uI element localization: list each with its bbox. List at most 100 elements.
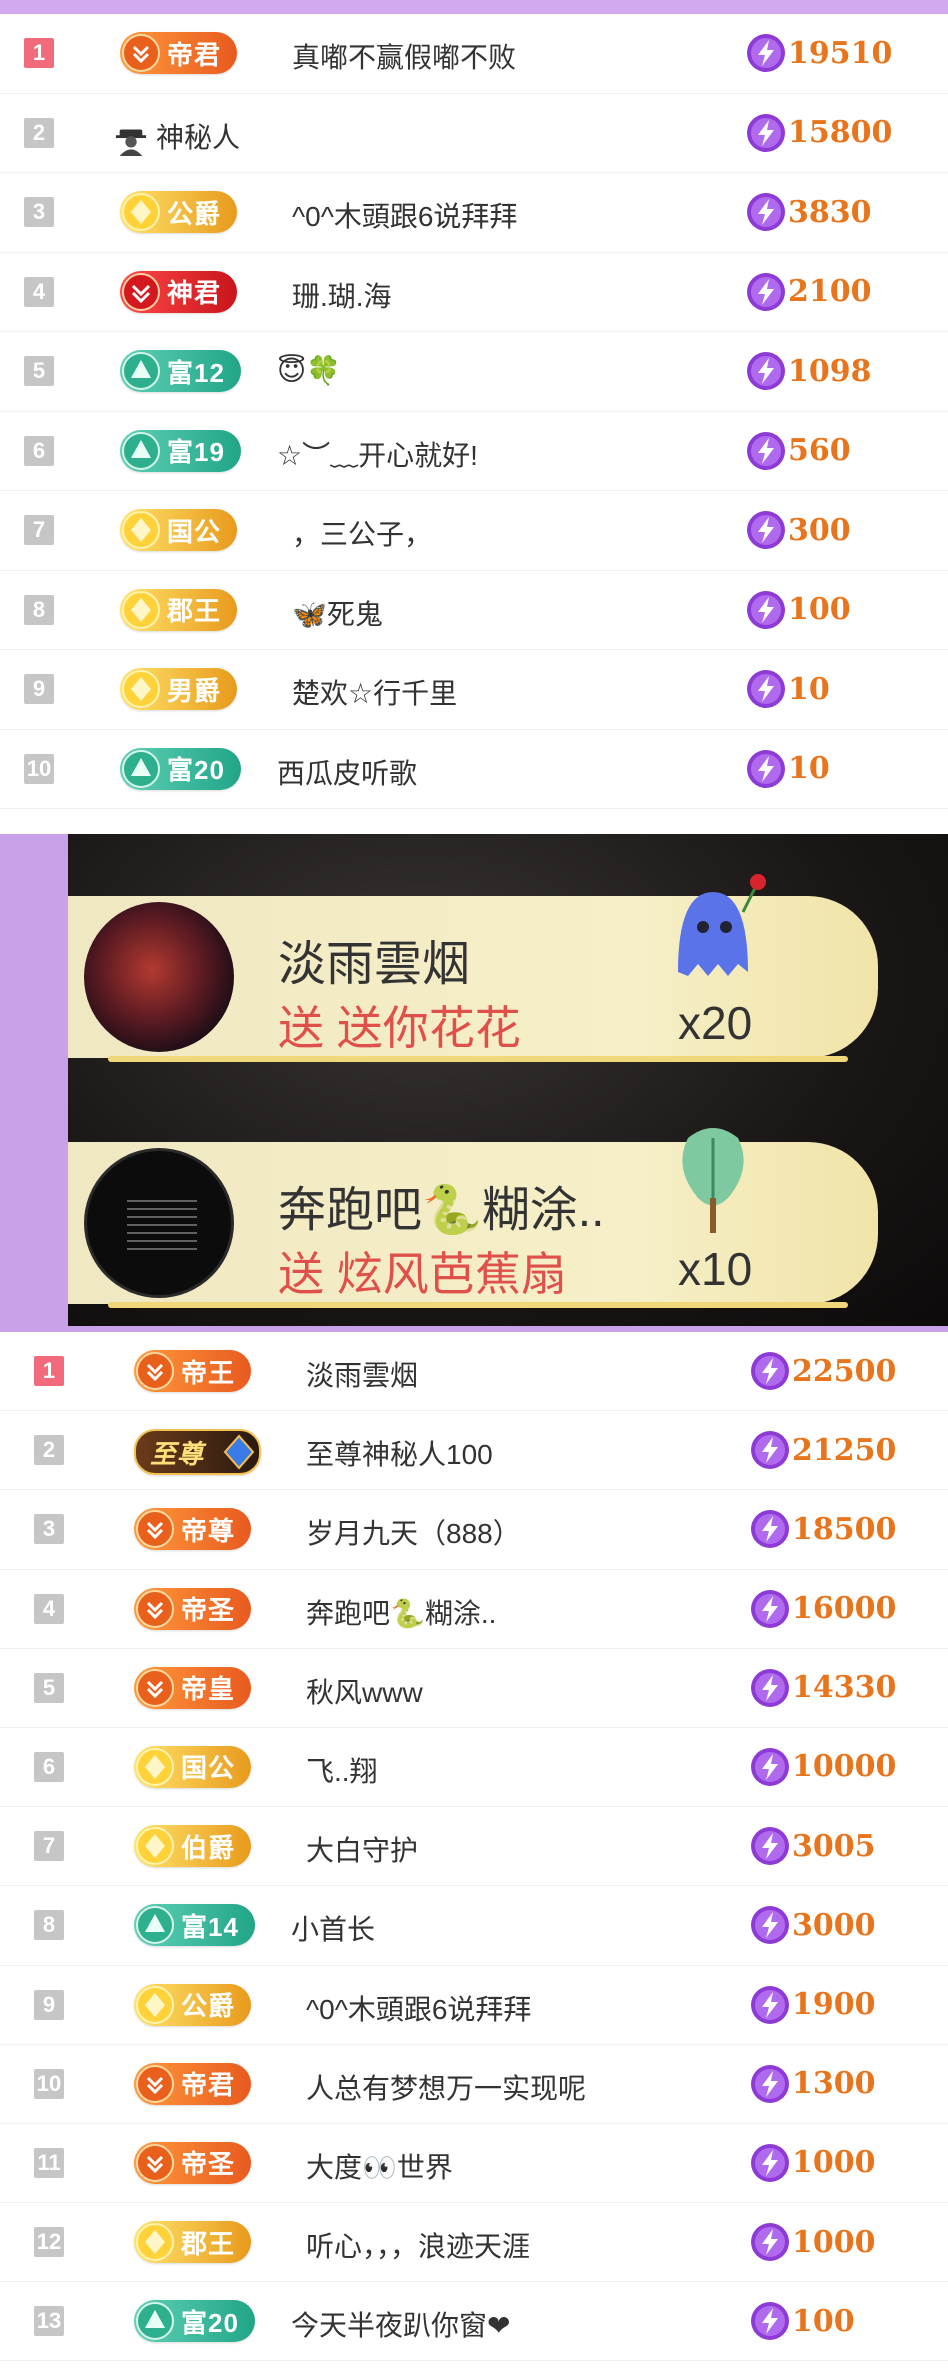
badge-emblem-icon	[135, 1985, 175, 2025]
user-name[interactable]: 淡雨雲烟	[306, 1354, 418, 1394]
list-item[interactable]: 3 公爵 ^0^木頭跟6说拜拜 3830	[0, 173, 948, 253]
lightning-icon	[747, 670, 785, 708]
user-name[interactable]: 人总有梦想万一实现呢	[306, 2067, 586, 2107]
gift-description: 送 炫风芭蕉扇	[278, 1248, 567, 1300]
score-value: 22500	[792, 1353, 897, 1389]
score-value: 3000	[792, 1907, 876, 1943]
list-item[interactable]: 4 神君 珊.瑚.海 2100	[0, 253, 948, 332]
user-name[interactable]: 听心，，，浪迹天涯	[306, 2225, 530, 2265]
badge-emblem-icon	[121, 590, 161, 630]
badge-emblem-icon	[121, 272, 161, 312]
user-name[interactable]: 🦋死鬼	[292, 593, 383, 633]
user-name[interactable]: ，三公子，	[292, 513, 432, 553]
level-badge: 国公	[134, 1745, 252, 1788]
user-name[interactable]: 大白守护	[306, 1829, 418, 1869]
list-item[interactable]: 6 国公 飞..翔 10000	[0, 1728, 948, 1808]
user-name[interactable]: 小首长	[291, 1908, 375, 1948]
user-name[interactable]: ☆︶﹏开心就好!	[277, 434, 478, 474]
rank-number: 2	[34, 1435, 64, 1466]
badge-label: 郡王	[167, 596, 222, 626]
list-item[interactable]: 3 帝尊 岁月九天（888） 18500	[0, 1490, 948, 1570]
level-badge: 帝尊	[134, 1508, 252, 1551]
badge-label: 国公	[167, 516, 222, 547]
score-value: 1000	[792, 2224, 876, 2260]
user-name[interactable]: 奔跑吧🐍糊涂..	[306, 1592, 496, 1632]
user-name[interactable]: 珊.瑚.海	[292, 275, 392, 315]
level-badge: 至尊	[134, 1429, 262, 1476]
list-item[interactable]: 12 郡王 听心，，，浪迹天涯 1000	[0, 2203, 948, 2283]
lightning-icon	[751, 1510, 789, 1549]
list-item[interactable]: 2 神秘人 15800	[0, 94, 948, 173]
badge-label: 帝尊	[181, 1515, 236, 1546]
rank-number: 4	[34, 1593, 64, 1624]
user-name[interactable]: 大度👀世界	[306, 2146, 453, 2186]
lightning-icon	[751, 1589, 789, 1628]
user-name[interactable]: 楚欢☆行千里	[292, 672, 457, 712]
list-item[interactable]: 10 富20 西瓜皮听歌 10	[0, 730, 948, 809]
score-value: 300	[788, 512, 851, 548]
lightning-icon	[751, 1985, 789, 2024]
lightning-icon	[751, 1352, 789, 1390]
score-value: 1000	[792, 2145, 876, 2181]
list-item[interactable]: 7 伯爵 大白守护 3005	[0, 1807, 948, 1887]
rank-number: 10	[24, 753, 54, 784]
user-name[interactable]: 至尊神秘人100	[306, 1433, 493, 1473]
list-item[interactable]: 6 富19 ☆︶﹏开心就好! 560	[0, 412, 948, 491]
badge-label: 至尊	[150, 1438, 205, 1469]
badge-emblem-icon	[121, 669, 161, 709]
avatar[interactable]	[84, 902, 234, 1052]
list-item[interactable]: 7 国公 ，三公子， 300	[0, 491, 948, 571]
level-badge: 男爵	[120, 668, 238, 710]
list-item[interactable]: 5 帝皇 秋风www 14330	[0, 1649, 948, 1728]
badge-emblem-icon	[135, 2301, 175, 2341]
list-item[interactable]: 9 男爵 楚欢☆行千里 10	[0, 650, 948, 730]
rank-number: 10	[34, 2068, 64, 2099]
user-name[interactable]: 神秘人	[114, 116, 240, 157]
lightning-icon	[751, 1668, 789, 1707]
list-item[interactable]: 8 郡王 🦋死鬼 100	[0, 571, 948, 650]
gift-count: x20	[678, 997, 753, 1049]
score: 21250	[750, 1430, 896, 1470]
user-name[interactable]: 秋风www	[306, 1671, 423, 1711]
score-value: 560	[788, 433, 851, 468]
level-badge: 郡王	[120, 588, 238, 631]
badge-emblem-icon	[135, 1589, 175, 1629]
gift-card[interactable]: 淡雨雲烟 送 送你花花 x20	[68, 874, 948, 1062]
list-item[interactable]: 1 帝君 真嘟不赢假嘟不败 19510	[0, 14, 948, 94]
user-name[interactable]: 岁月九天（888）	[306, 1512, 521, 1552]
user-name[interactable]: 真嘟不赢假嘟不败	[292, 36, 516, 76]
badge-label: 男爵	[167, 675, 222, 706]
user-name[interactable]: ^0^木頭跟6说拜拜	[292, 195, 517, 235]
badge-emblem-icon	[135, 1509, 175, 1549]
avatar[interactable]	[84, 1148, 234, 1298]
list-item[interactable]: 8 富14 小首长 3000	[0, 1886, 948, 1966]
gift-count: x10	[678, 1243, 753, 1295]
user-name[interactable]: 😇🍀	[277, 354, 341, 387]
list-item[interactable]: 4 帝圣 奔跑吧🐍糊涂.. 16000	[0, 1570, 948, 1649]
user-name[interactable]: ^0^木頭跟6说拜拜	[306, 1988, 531, 2028]
user-name[interactable]: 今天半夜趴你窗❤	[291, 2304, 510, 2344]
level-badge: 帝圣	[134, 2141, 252, 2184]
list-item[interactable]: 13 富20 今天半夜趴你窗❤ 100	[0, 2282, 948, 2362]
user-name[interactable]: 飞..翔	[306, 1750, 378, 1790]
lightning-icon	[747, 511, 785, 549]
rank-number: 7	[24, 515, 54, 545]
rank-number: 1	[24, 38, 54, 68]
badge-label: 富14	[181, 1911, 239, 1942]
lightning-icon	[751, 1906, 789, 1945]
list-item[interactable]: 11 帝圣 大度👀世界 1000	[0, 2124, 948, 2204]
rank-number: 5	[24, 356, 54, 386]
list-item[interactable]: 10 帝君 人总有梦想万一实现呢 1300	[0, 2045, 948, 2124]
score-value: 3005	[792, 1828, 876, 1864]
list-item[interactable]: 1 帝王 淡雨雲烟 22500	[0, 1332, 948, 1412]
score: 10000	[750, 1747, 896, 1787]
list-item[interactable]: 9 公爵 ^0^木頭跟6说拜拜 1900	[0, 1966, 948, 2045]
gift-card[interactable]: 奔跑吧🐍糊涂.. 送 炫风芭蕉扇 x10	[68, 1128, 948, 1308]
badge-emblem-icon	[121, 510, 161, 550]
gift-description: 送 送你花花	[278, 1002, 521, 1054]
list-item[interactable]: 5 富12 😇🍀 1098	[0, 332, 948, 412]
rank-number: 9	[34, 1989, 64, 2020]
list-item[interactable]: 2 至尊 至尊神秘人100 21250	[0, 1411, 948, 1491]
user-name[interactable]: 西瓜皮听歌	[277, 752, 417, 792]
rank-number: 11	[34, 2147, 64, 2178]
